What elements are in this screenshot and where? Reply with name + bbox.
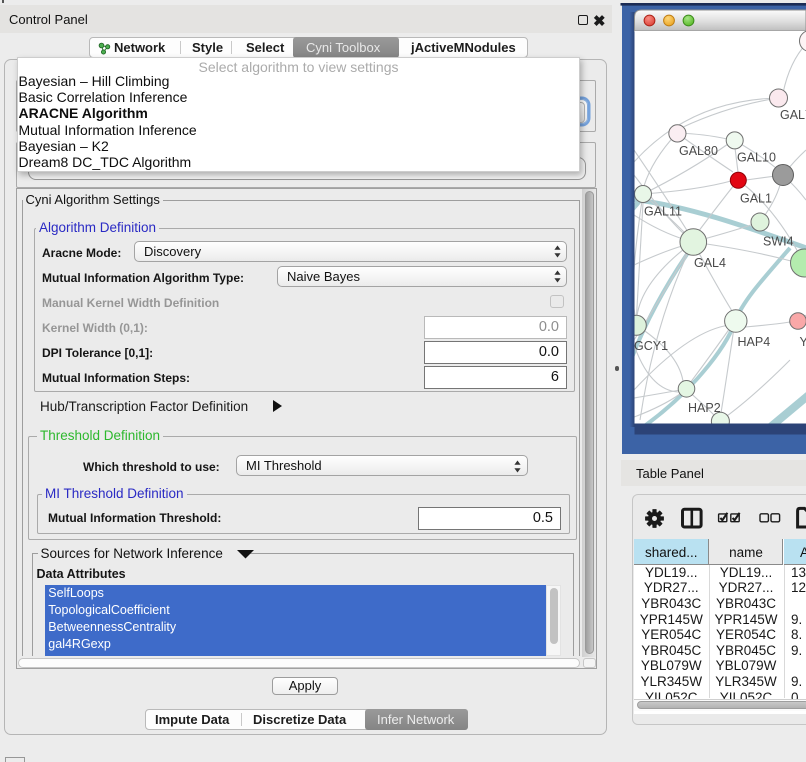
svg-text:YJ: YJ [800, 335, 806, 349]
svg-text:GAL80: GAL80 [679, 144, 718, 158]
svg-text:GAL4: GAL4 [694, 256, 726, 270]
svg-text:HAP2: HAP2 [688, 401, 721, 415]
svg-text:GAL1: GAL1 [740, 192, 772, 206]
svg-text:SWI4: SWI4 [763, 235, 794, 249]
svg-text:GAL11: GAL11 [644, 205, 682, 219]
svg-text:HAP4: HAP4 [738, 335, 771, 349]
svg-text:GAL10: GAL10 [737, 151, 776, 165]
svg-text:GCY1: GCY1 [634, 339, 668, 353]
svg-text:GAL7: GAL7 [780, 108, 806, 122]
